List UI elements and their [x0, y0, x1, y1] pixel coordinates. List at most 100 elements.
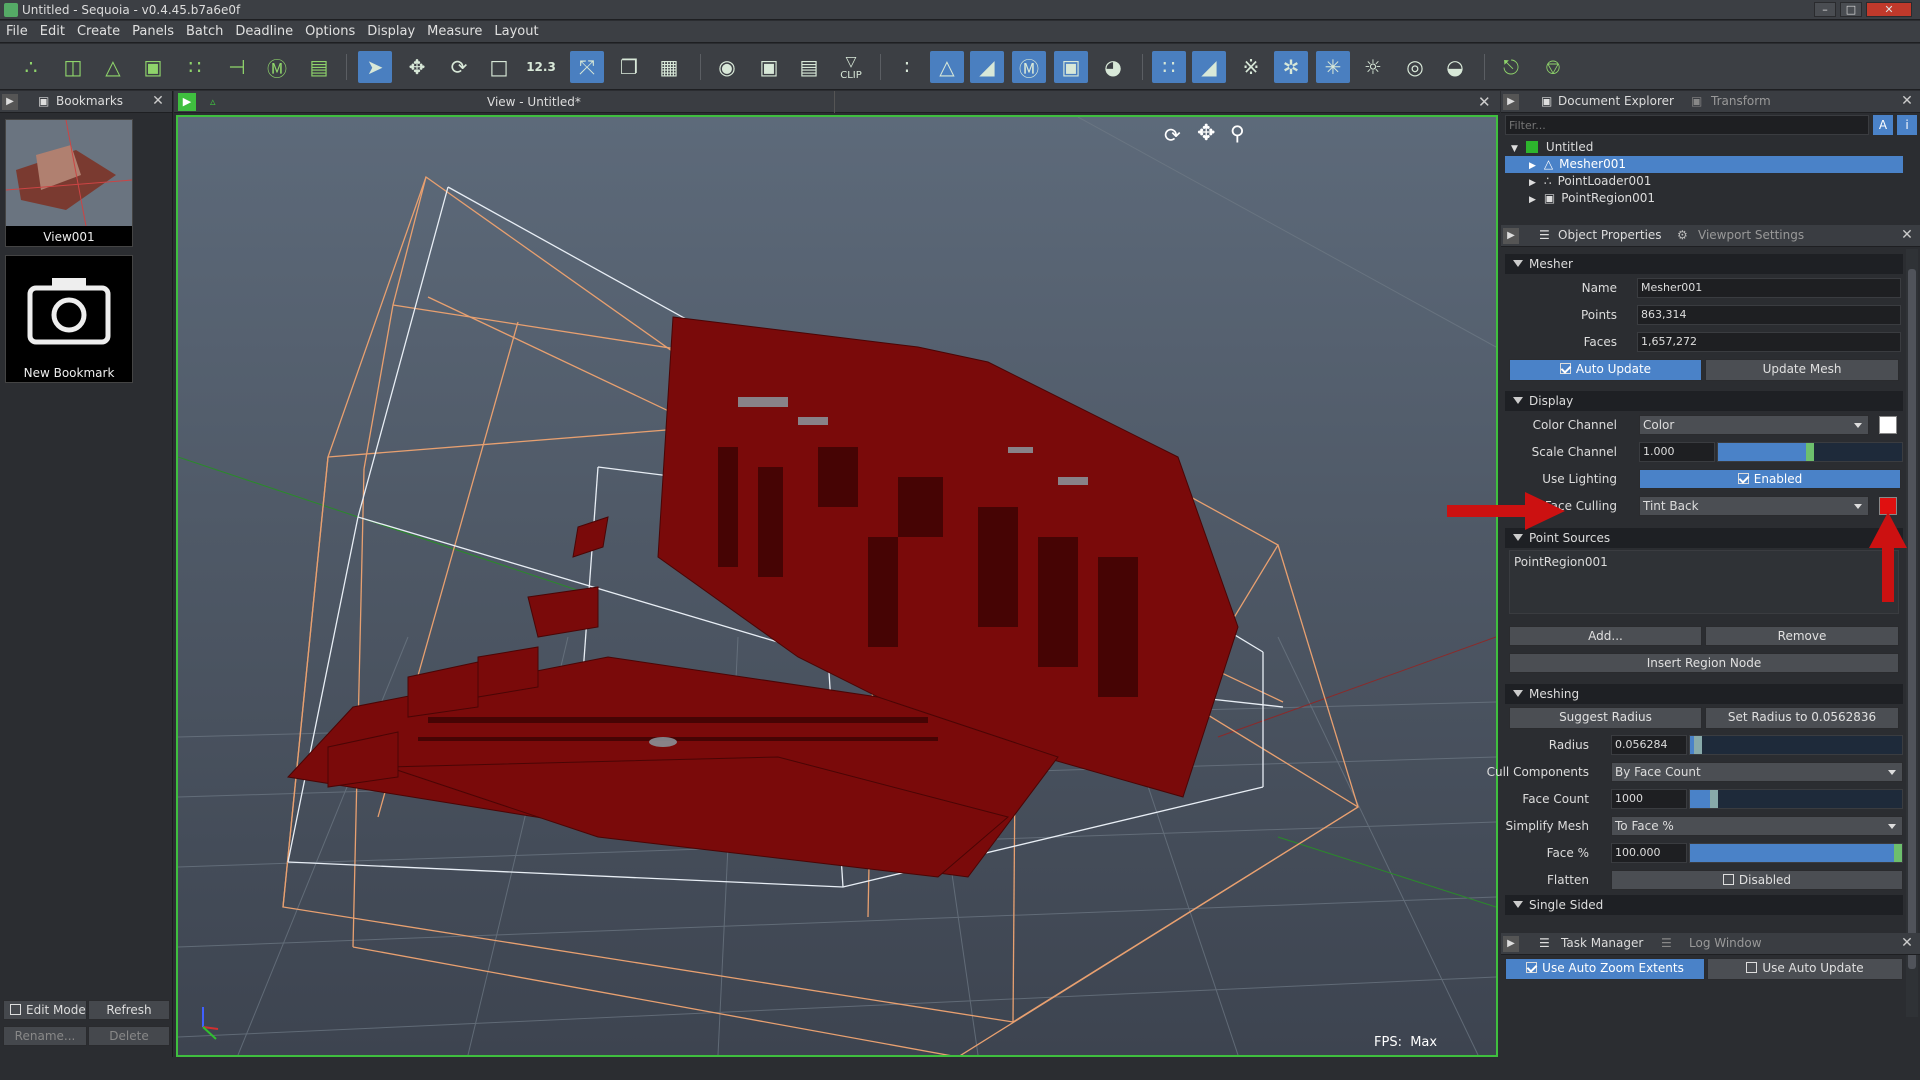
single-sided-section-header[interactable]: Single Sided: [1505, 895, 1903, 915]
menu-panels[interactable]: Panels: [126, 21, 180, 42]
tab-viewport-settings[interactable]: Viewport Settings: [1698, 228, 1804, 242]
zoom-icon[interactable]: ⚲: [1230, 121, 1245, 145]
select-icon[interactable]: ➤: [358, 51, 392, 83]
scroll-thumb[interactable]: [1908, 269, 1916, 969]
tab-task-manager[interactable]: Task Manager: [1561, 936, 1643, 950]
pts-light-icon[interactable]: ✳: [1316, 51, 1350, 83]
pan-icon[interactable]: ✥: [1197, 121, 1215, 146]
3d-view[interactable]: ⟳ ✥ ⚲ FPS: Max: [176, 115, 1498, 1058]
cull-dropdown[interactable]: By Face Count: [1611, 762, 1903, 782]
filter-info-icon[interactable]: i: [1897, 115, 1917, 135]
color-channel-dropdown[interactable]: Color: [1639, 415, 1869, 435]
color-swatch-white[interactable]: [1879, 416, 1897, 434]
update-mesh-button[interactable]: Update Mesh: [1705, 359, 1899, 381]
meshing-section-header[interactable]: Meshing: [1505, 684, 1903, 704]
tab-transform[interactable]: Transform: [1711, 94, 1771, 108]
pts-dense-icon[interactable]: ※: [1234, 51, 1268, 83]
simplify-dropdown[interactable]: To Face %: [1611, 816, 1903, 836]
tab-document-explorer[interactable]: Document Explorer: [1558, 94, 1674, 108]
suggest-radius-button[interactable]: Suggest Radius: [1509, 707, 1702, 729]
point-loader-icon[interactable]: ∴: [14, 51, 48, 83]
close-icon[interactable]: ✕: [1899, 935, 1915, 951]
tree-root[interactable]: ▼ Untitled: [1505, 139, 1903, 156]
panel-toggle-icon[interactable]: ▶: [1503, 936, 1519, 952]
frustum-icon[interactable]: ▤: [792, 51, 826, 83]
close-icon[interactable]: ✕: [1899, 93, 1915, 109]
radius-slider[interactable]: [1689, 735, 1903, 755]
mesh-wire-icon[interactable]: ◢: [1192, 51, 1226, 83]
radius-field[interactable]: 0.056284: [1611, 735, 1687, 755]
panel-toggle-icon[interactable]: ▶: [1503, 228, 1519, 244]
ground-icon[interactable]: ⎋: [1494, 51, 1528, 83]
face-pct-field[interactable]: 100.000: [1611, 843, 1687, 863]
mesher-alt-icon[interactable]: ∷: [178, 51, 212, 83]
tree-item-mesher[interactable]: ▶ △ Mesher001: [1505, 156, 1903, 173]
scale-channel-slider[interactable]: [1717, 442, 1903, 462]
menu-edit[interactable]: Edit: [34, 21, 71, 42]
mesh-m-icon[interactable]: Ⓜ: [1012, 51, 1046, 83]
maximize-button[interactable]: □: [1840, 2, 1862, 17]
move-icon[interactable]: ✥: [400, 51, 434, 83]
panel-toggle-icon[interactable]: ▶: [2, 94, 18, 110]
point-sources-list[interactable]: PointRegion001: [1509, 550, 1899, 614]
insert-region-button[interactable]: Insert Region Node: [1509, 653, 1899, 673]
properties-scrollbar[interactable]: [1906, 249, 1918, 1017]
mesh-tri-icon[interactable]: △: [930, 51, 964, 83]
box-view-icon[interactable]: ❐: [612, 51, 646, 83]
clip-icon[interactable]: ▽ CLIP: [834, 51, 868, 83]
measure-icon[interactable]: 12.3: [524, 51, 558, 83]
face-count-field[interactable]: 1000: [1611, 789, 1687, 809]
face-culling-dropdown[interactable]: Tint Back: [1639, 496, 1869, 516]
tree-item-pointloader[interactable]: ▶ ∴ PointLoader001: [1505, 173, 1903, 190]
frame-icon[interactable]: ◉: [710, 51, 744, 83]
minimize-button[interactable]: –: [1814, 2, 1836, 17]
points-icon[interactable]: ∶: [890, 51, 924, 83]
close-icon[interactable]: ✕: [1899, 227, 1915, 243]
auto-update-toggle[interactable]: Auto Update: [1509, 359, 1702, 381]
mesher-section-header[interactable]: Mesher: [1505, 254, 1903, 274]
origin-icon[interactable]: ⎊: [1536, 51, 1570, 83]
edit-mode-toggle[interactable]: Edit Mode: [3, 1000, 87, 1020]
set-radius-button[interactable]: Set Radius to 0.0562836: [1705, 707, 1899, 729]
display-section-header[interactable]: Display: [1505, 391, 1903, 411]
menu-create[interactable]: Create: [71, 21, 126, 42]
view-active-icon[interactable]: ▶: [178, 93, 196, 111]
close-icon[interactable]: ✕: [150, 93, 166, 109]
point-sources-section-header[interactable]: Point Sources: [1505, 528, 1903, 548]
merge-icon[interactable]: ⊣: [220, 51, 254, 83]
menu-deadline[interactable]: Deadline: [229, 21, 299, 42]
face-count-slider[interactable]: [1689, 789, 1903, 809]
slider-knob[interactable]: [1694, 736, 1702, 754]
shade-icon[interactable]: ◒: [1438, 51, 1472, 83]
tab-object-properties[interactable]: Object Properties: [1558, 228, 1662, 242]
menu-options[interactable]: Options: [299, 21, 361, 42]
color-swatch-red[interactable]: [1879, 497, 1897, 515]
mesher-add-icon[interactable]: △: [96, 51, 130, 83]
auto-zoom-toggle[interactable]: Use Auto Zoom Extents: [1505, 958, 1705, 980]
scale-icon[interactable]: □: [482, 51, 516, 83]
axis-icon[interactable]: ⤧: [570, 51, 604, 83]
remove-button[interactable]: Remove: [1705, 626, 1899, 646]
tab-log-window[interactable]: Log Window: [1689, 936, 1762, 950]
use-lighting-toggle[interactable]: Enabled: [1639, 469, 1901, 489]
tree-item-pointregion[interactable]: ▶ ▣ PointRegion001: [1505, 190, 1903, 207]
camera-add-icon[interactable]: ▤: [302, 51, 336, 83]
flatten-toggle[interactable]: Disabled: [1611, 870, 1903, 890]
close-view-icon[interactable]: ✕: [1478, 93, 1491, 111]
delete-button[interactable]: Delete: [88, 1026, 170, 1046]
orbit-icon[interactable]: ⟳: [1164, 123, 1181, 147]
menu-display[interactable]: Display: [361, 21, 421, 42]
pts-grid-icon[interactable]: ∷: [1152, 51, 1186, 83]
mesh-cam-icon[interactable]: ▣: [1054, 51, 1088, 83]
panel-toggle-icon[interactable]: ▶: [1503, 94, 1519, 110]
mesh-x-icon[interactable]: ◢: [970, 51, 1004, 83]
region-add-icon[interactable]: ◫: [56, 51, 90, 83]
sphere-icon[interactable]: ◎: [1398, 51, 1432, 83]
slider-knob[interactable]: [1894, 844, 1902, 862]
menu-batch[interactable]: Batch: [180, 21, 229, 42]
filter-input[interactable]: [1505, 115, 1869, 135]
bookmarks-tab[interactable]: Bookmarks: [56, 94, 123, 108]
auto-update-task-toggle[interactable]: Use Auto Update: [1707, 958, 1903, 980]
face-pct-slider[interactable]: [1689, 843, 1903, 863]
filter-case-icon[interactable]: A: [1873, 115, 1893, 135]
